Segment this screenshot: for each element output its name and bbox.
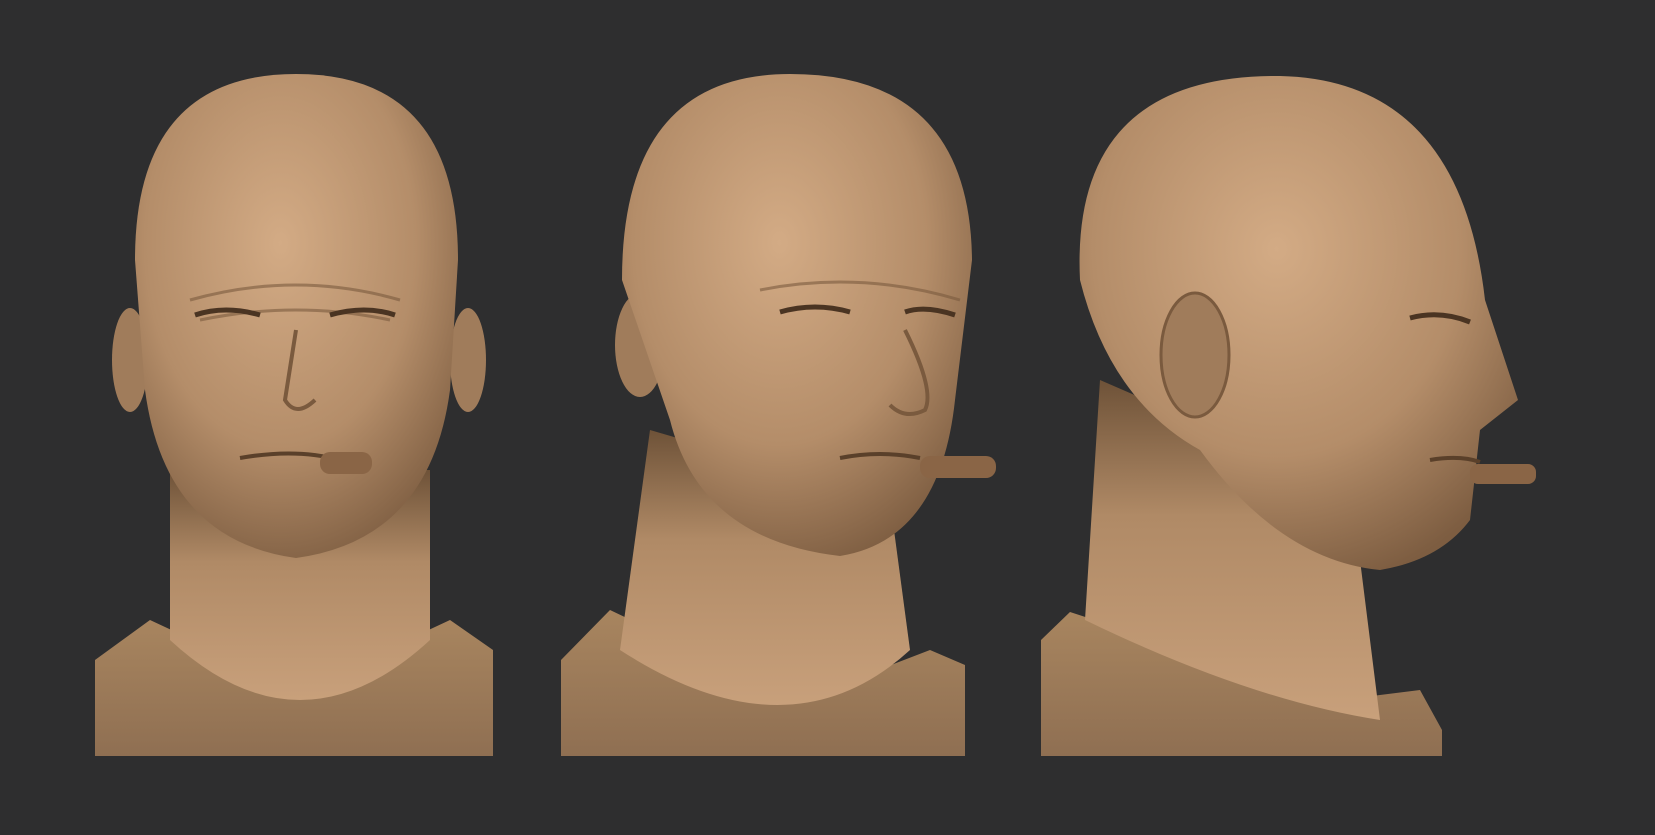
bust-three-quarter-view xyxy=(561,74,996,756)
ear xyxy=(1159,291,1231,419)
cigar xyxy=(1470,464,1536,484)
sculpt-turnaround xyxy=(95,74,1536,756)
ear-right xyxy=(450,308,486,412)
head xyxy=(135,74,458,558)
cigar xyxy=(920,456,996,478)
bust-profile-view xyxy=(1041,75,1536,756)
bust-front-view xyxy=(95,74,493,756)
cigar xyxy=(320,452,372,474)
